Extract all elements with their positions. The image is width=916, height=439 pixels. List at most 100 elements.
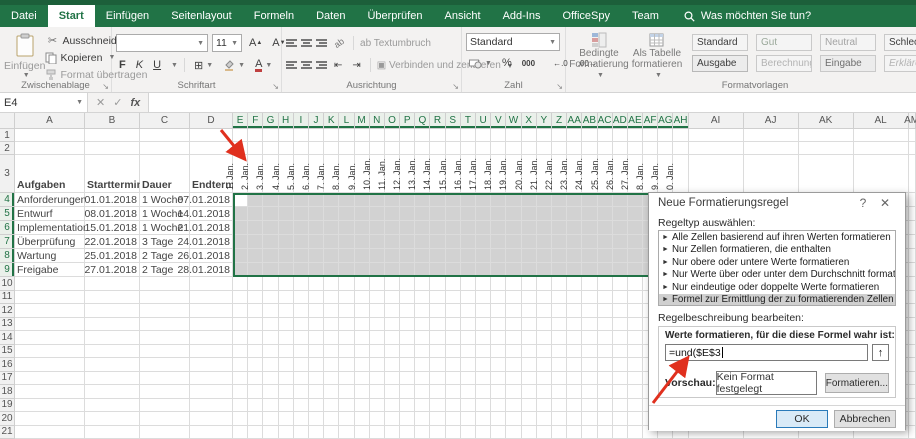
cell-AA14[interactable]	[567, 331, 582, 345]
cell-AD17[interactable]	[613, 372, 628, 386]
cell-A9[interactable]: Freigabe	[15, 263, 85, 277]
cell-Z8[interactable]	[552, 249, 567, 263]
cell-AK1[interactable]	[799, 129, 854, 142]
cell-N14[interactable]	[370, 331, 385, 345]
cell-O17[interactable]	[385, 372, 400, 386]
cell-Z11[interactable]	[552, 291, 567, 305]
cell-W13[interactable]	[506, 318, 521, 332]
underline-button[interactable]: U	[150, 57, 164, 73]
cell-D12[interactable]	[190, 304, 233, 318]
cell-Z14[interactable]	[552, 331, 567, 345]
row-header-5[interactable]: 5	[0, 207, 15, 221]
cell-R21[interactable]	[430, 426, 445, 439]
cell-A7[interactable]: Überprüfung	[15, 235, 85, 249]
cell-O18[interactable]	[385, 385, 400, 399]
cell-W20[interactable]	[506, 412, 521, 426]
cell-U7[interactable]	[476, 235, 491, 249]
cell-H17[interactable]	[279, 372, 294, 386]
cell-S1[interactable]	[446, 129, 461, 142]
cell-D15[interactable]	[190, 345, 233, 359]
cell-AE4[interactable]	[628, 193, 643, 207]
cell-F16[interactable]	[248, 358, 263, 372]
cell-N12[interactable]	[370, 304, 385, 318]
cell-N20[interactable]	[370, 412, 385, 426]
cell-U20[interactable]	[476, 412, 491, 426]
cell-Y1[interactable]	[537, 129, 552, 142]
column-header-O[interactable]: O	[385, 113, 400, 129]
cell-K15[interactable]	[324, 345, 339, 359]
cell-H7[interactable]	[279, 235, 294, 249]
cell-H5[interactable]	[279, 207, 294, 221]
cell-P5[interactable]	[400, 207, 415, 221]
row-header-12[interactable]: 12	[0, 304, 15, 318]
cell-K17[interactable]	[324, 372, 339, 386]
cell-K19[interactable]	[324, 399, 339, 413]
row-header-10[interactable]: 10	[0, 277, 15, 291]
cell-U15[interactable]	[476, 345, 491, 359]
cell-AM3[interactable]	[909, 155, 916, 193]
cell-J15[interactable]	[309, 345, 324, 359]
cell-O5[interactable]	[385, 207, 400, 221]
cell-M8[interactable]	[355, 249, 370, 263]
cell-D19[interactable]	[190, 399, 233, 413]
cell-F13[interactable]	[248, 318, 263, 332]
cell-Y14[interactable]	[537, 331, 552, 345]
cell-AK2[interactable]	[799, 142, 854, 155]
cell-AC8[interactable]	[598, 249, 613, 263]
cell-N16[interactable]	[370, 358, 385, 372]
cell-T18[interactable]	[461, 385, 476, 399]
tab-start[interactable]: Start	[48, 5, 95, 27]
cell-I13[interactable]	[294, 318, 309, 332]
column-header-C[interactable]: C	[140, 113, 190, 129]
rule-formula-input[interactable]: =und($E$3	[665, 344, 868, 361]
column-header-Y[interactable]: Y	[537, 113, 552, 129]
column-header-D[interactable]: D	[190, 113, 233, 129]
tab-daten[interactable]: Daten	[305, 5, 356, 27]
cell-AA8[interactable]	[567, 249, 582, 263]
cell-AE1[interactable]	[628, 129, 643, 142]
cell-AE6[interactable]	[628, 221, 643, 235]
cell-I8[interactable]	[294, 249, 309, 263]
cell-I5[interactable]	[294, 207, 309, 221]
cell-AC10[interactable]	[598, 277, 613, 291]
cell-P15[interactable]	[400, 345, 415, 359]
cell-U5[interactable]	[476, 207, 491, 221]
cell-G6[interactable]	[263, 221, 278, 235]
accounting-format-button[interactable]: ▼	[466, 55, 495, 71]
cell-P7[interactable]	[400, 235, 415, 249]
cell-L15[interactable]	[339, 345, 354, 359]
cell-P21[interactable]	[400, 426, 415, 439]
cell-AD7[interactable]	[613, 235, 628, 249]
column-header-Q[interactable]: Q	[415, 113, 430, 129]
cell-U21[interactable]	[476, 426, 491, 439]
cell-E4[interactable]	[233, 193, 248, 207]
cell-X1[interactable]	[522, 129, 537, 142]
dialog-launcher-icon[interactable]: ↘	[452, 82, 459, 91]
cell-N13[interactable]	[370, 318, 385, 332]
cell-AL2[interactable]	[854, 142, 909, 155]
cell-AC7[interactable]	[598, 235, 613, 249]
cell-Y10[interactable]	[537, 277, 552, 291]
cell-D11[interactable]	[190, 291, 233, 305]
cell-L13[interactable]	[339, 318, 354, 332]
cell-AB11[interactable]	[582, 291, 597, 305]
cell-AM12[interactable]	[909, 304, 916, 318]
cell-F15[interactable]	[248, 345, 263, 359]
font-color-button[interactable]: A▼	[252, 57, 275, 73]
cell-AB15[interactable]	[582, 345, 597, 359]
cell-O11[interactable]	[385, 291, 400, 305]
cell-AD1[interactable]	[613, 129, 628, 142]
cell-U6[interactable]	[476, 221, 491, 235]
cell-D14[interactable]	[190, 331, 233, 345]
cell-P18[interactable]	[400, 385, 415, 399]
cell-X5[interactable]	[522, 207, 537, 221]
cell-J21[interactable]	[309, 426, 324, 439]
cell-AE14[interactable]	[628, 331, 643, 345]
cell-B5[interactable]: 08.01.2018	[85, 207, 140, 221]
cell-T7[interactable]	[461, 235, 476, 249]
cell-AA17[interactable]	[567, 372, 582, 386]
cell-X11[interactable]	[522, 291, 537, 305]
cell-AB1[interactable]	[582, 129, 597, 142]
cell-F12[interactable]	[248, 304, 263, 318]
cell-AE10[interactable]	[628, 277, 643, 291]
